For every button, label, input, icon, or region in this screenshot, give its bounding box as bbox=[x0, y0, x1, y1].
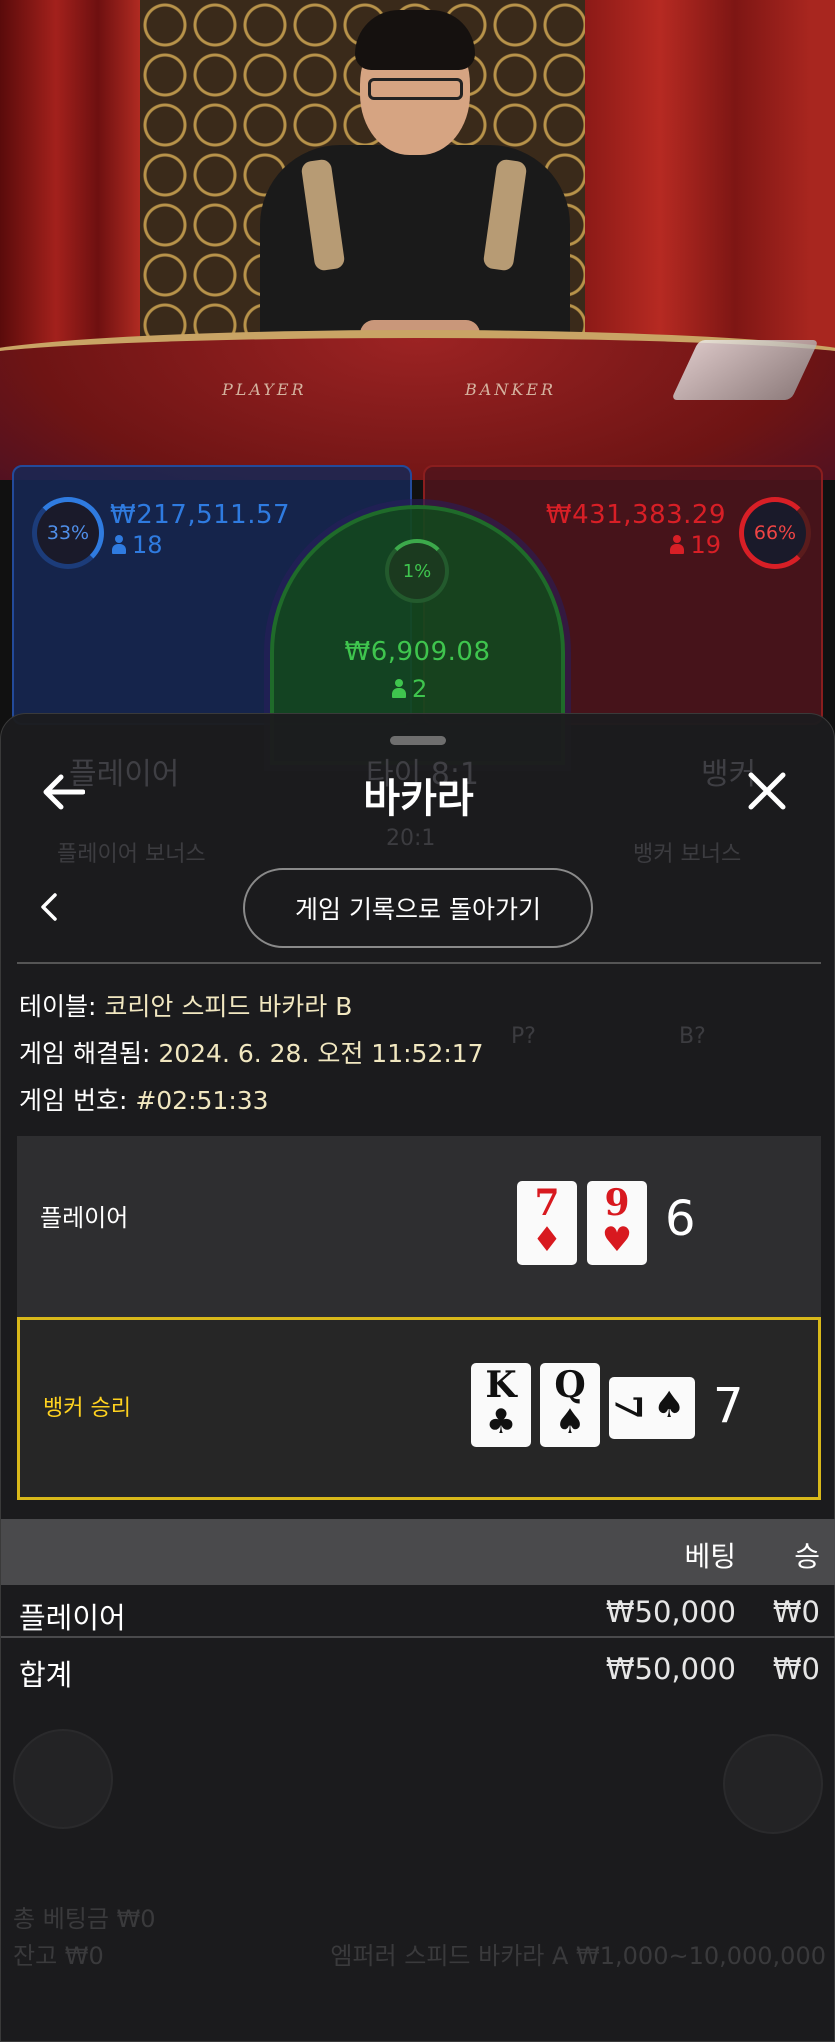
info-resolved-value: 2024. 6. 28. 오전 11:52:17 bbox=[158, 1039, 484, 1068]
diamond-icon: ♦ bbox=[531, 1220, 563, 1260]
card-rank: Q bbox=[554, 1364, 586, 1406]
ghost-chip-button bbox=[13, 1729, 113, 1829]
banker-bet-amount: ₩431,383.29 bbox=[545, 500, 726, 530]
sheet-title: 바카라 bbox=[363, 776, 474, 822]
player-count-value: 18 bbox=[132, 531, 163, 559]
banker-percent-ring: 66% bbox=[739, 497, 811, 569]
close-icon bbox=[748, 772, 786, 810]
table-divider bbox=[1, 1636, 835, 1638]
player-score: 6 bbox=[665, 1191, 696, 1247]
ghost-balance: 잔고 ₩0 bbox=[13, 1942, 104, 1970]
column-bet: 베팅 bbox=[684, 1540, 736, 1573]
chevron-left-icon bbox=[41, 893, 57, 921]
row-bet: ₩50,000 bbox=[605, 1595, 736, 1629]
ghost-b-question: B? bbox=[679, 1024, 706, 1049]
player-result-row: 플레이어 7 ♦ 9 ♥ 6 bbox=[17, 1136, 821, 1319]
info-table-label: 테이블: bbox=[19, 992, 105, 1021]
spade-icon: ♠ bbox=[554, 1402, 586, 1442]
card-rank: 7 bbox=[534, 1182, 560, 1224]
bets-table-total-row: 합계 ₩50,000 ₩0 bbox=[1, 1642, 835, 1698]
curtain-right bbox=[585, 0, 835, 380]
info-table-value: 코리안 스피드 바카라 B bbox=[104, 992, 353, 1021]
playing-card-sideways: 7 ♠ bbox=[606, 1377, 695, 1439]
player-percent: 33% bbox=[46, 522, 90, 544]
player-percent-ring: 33% bbox=[32, 497, 104, 569]
info-game-number-label: 게임 번호: bbox=[19, 1086, 136, 1115]
tie-bet-amount: ₩6,909.08 bbox=[344, 637, 491, 667]
player-bettor-count: 18 bbox=[112, 531, 163, 559]
tie-bettor-count: 2 bbox=[392, 675, 427, 703]
info-resolved-label: 게임 해결됨: bbox=[19, 1039, 159, 1068]
total-win: ₩0 bbox=[772, 1652, 820, 1686]
info-resolved: 게임 해결됨: 2024. 6. 28. 오전 11:52:17 bbox=[19, 1034, 484, 1070]
tie-count-value: 2 bbox=[412, 675, 428, 703]
tie-percent-ring: 1% bbox=[385, 539, 449, 603]
player-result-label: 플레이어 bbox=[40, 1204, 129, 1232]
banker-percent: 66% bbox=[753, 522, 797, 544]
ghost-footer-table: 엠퍼러 스피드 바카라 A ₩1,000~10,000,000 bbox=[330, 1942, 826, 1970]
ghost-banker-bonus: 뱅커 보너스 bbox=[633, 842, 742, 867]
ghost-p-question: P? bbox=[511, 1024, 536, 1049]
total-bet: ₩50,000 bbox=[605, 1652, 736, 1686]
close-button[interactable] bbox=[746, 770, 792, 816]
history-back-chevron[interactable] bbox=[39, 892, 63, 922]
person-icon bbox=[112, 535, 126, 555]
spade-icon: ♠ bbox=[653, 1384, 686, 1426]
card-rank: 9 bbox=[604, 1182, 630, 1224]
dealer bbox=[250, 10, 580, 365]
card-rank: K bbox=[485, 1364, 517, 1406]
game-detail-sheet: 플레이어 타이 8:1 뱅커 플레이어 보너스 20:1 뱅커 보너스 P? B… bbox=[0, 713, 835, 2042]
info-game-number-value: #02:51:33 bbox=[135, 1086, 269, 1115]
banker-result-row: 뱅커 승리 K ♣ Q ♠ 7 ♠ 7 bbox=[17, 1317, 821, 1500]
info-game-number: 게임 번호: #02:51:33 bbox=[19, 1081, 269, 1117]
ghost-tie-sub: 20:1 bbox=[386, 826, 436, 851]
ghost-player-bonus: 플레이어 보너스 bbox=[57, 842, 206, 867]
row-label: 플레이어 bbox=[19, 1601, 126, 1635]
bets-table-row: 플레이어 ₩50,000 ₩0 bbox=[1, 1585, 835, 1641]
bet-stats: 33% ₩217,511.57 18 66% ₩431,383.29 19 1%… bbox=[0, 465, 835, 765]
sheet-grabber[interactable] bbox=[390, 736, 446, 745]
tie-percent: 1% bbox=[402, 560, 432, 582]
curtain-left bbox=[0, 0, 140, 380]
banker-bettor-count: 19 bbox=[670, 531, 721, 559]
table-word-banker: BANKER bbox=[465, 380, 556, 399]
table-word-player: PLAYER bbox=[222, 380, 307, 399]
divider bbox=[17, 962, 821, 964]
banker-result-label: 뱅커 승리 bbox=[43, 1396, 131, 1421]
ghost-menu-button bbox=[723, 1734, 823, 1834]
banker-count-value: 19 bbox=[690, 531, 721, 559]
player-bet-amount: ₩217,511.57 bbox=[110, 500, 291, 530]
bets-table-header: 베팅 승 bbox=[1, 1519, 835, 1585]
playing-card: 9 ♥ bbox=[587, 1181, 647, 1265]
person-icon bbox=[670, 535, 685, 555]
card-rank: 7 bbox=[606, 1394, 649, 1420]
heart-icon: ♥ bbox=[601, 1220, 633, 1260]
banker-score: 7 bbox=[713, 1378, 744, 1434]
ghost-total-bet: 총 베팅금 ₩0 bbox=[13, 1905, 156, 1933]
live-dealer-video: PLAYER BANKER bbox=[0, 0, 835, 480]
back-to-history-button[interactable]: 게임 기록으로 돌아가기 bbox=[243, 868, 593, 948]
club-icon: ♣ bbox=[485, 1402, 517, 1442]
row-win: ₩0 bbox=[772, 1595, 820, 1629]
playing-card: K ♣ bbox=[471, 1363, 531, 1447]
person-icon bbox=[392, 679, 406, 699]
playing-card: Q ♠ bbox=[540, 1363, 600, 1447]
total-label: 합계 bbox=[19, 1658, 73, 1692]
info-table: 테이블: 코리안 스피드 바카라 B bbox=[19, 987, 352, 1023]
column-win: 승 bbox=[794, 1540, 820, 1573]
playing-card: 7 ♦ bbox=[517, 1181, 577, 1265]
